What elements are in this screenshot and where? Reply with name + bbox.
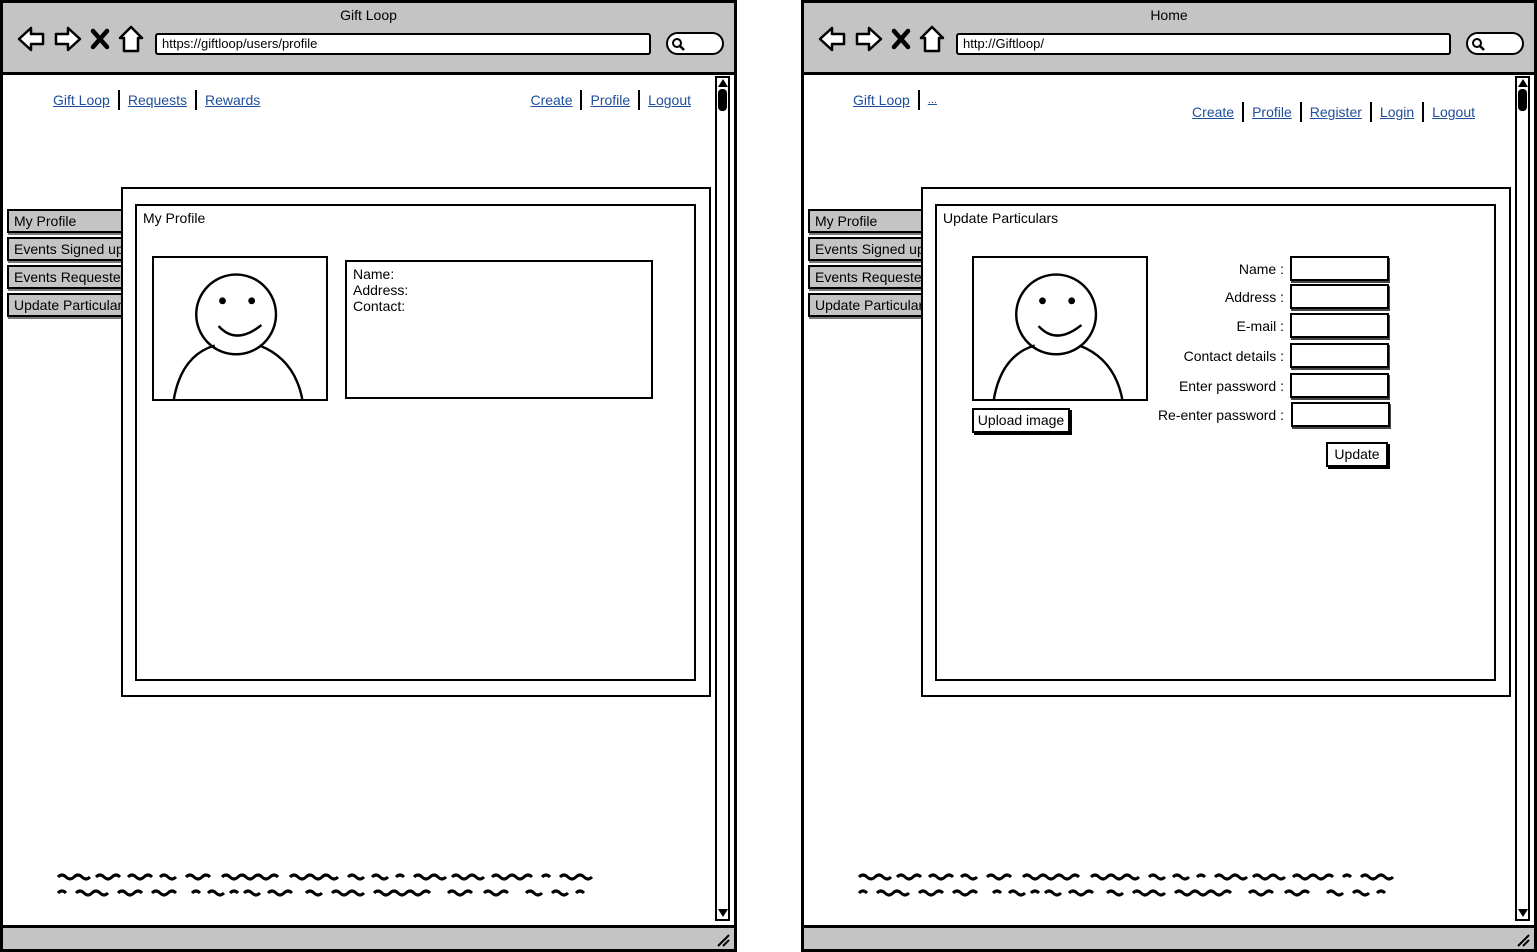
- contact-details-label: Contact details :: [1183, 348, 1284, 364]
- search-icon: [672, 38, 685, 51]
- nav-link-create[interactable]: Create: [1192, 104, 1234, 120]
- vertical-scrollbar[interactable]: [1515, 76, 1530, 921]
- content-panel: Update Particulars Upload image Name : A…: [921, 187, 1511, 697]
- nav-link-login[interactable]: Login: [1380, 104, 1414, 120]
- window-title: Home: [1150, 7, 1188, 23]
- tab-update-particulars[interactable]: Update Particulars: [808, 293, 928, 317]
- home-icon[interactable]: [117, 24, 145, 54]
- tab-my-profile[interactable]: My Profile: [808, 209, 928, 233]
- search-input[interactable]: [1466, 32, 1524, 55]
- nav-divider: [1422, 102, 1425, 122]
- scroll-up-icon[interactable]: [718, 79, 728, 87]
- browser-titlebar: Home http://Giftloop/: [804, 3, 1534, 75]
- nav-link-create[interactable]: Create: [530, 92, 572, 108]
- home-icon[interactable]: [918, 24, 946, 54]
- vertical-scrollbar[interactable]: [715, 76, 730, 921]
- update-particulars-card: Update Particulars Upload image Name : A…: [935, 204, 1496, 681]
- address-label: Address :: [1224, 289, 1284, 305]
- enter-password-field[interactable]: [1290, 373, 1389, 398]
- reenter-password-field[interactable]: [1291, 402, 1390, 427]
- window-title: Gift Loop: [340, 7, 397, 23]
- email-label: E-mail :: [1236, 318, 1284, 334]
- scroll-up-icon[interactable]: [1518, 79, 1528, 87]
- account-nav: Create Profile Register Login Logout: [1192, 102, 1475, 122]
- tab-events-signed-up[interactable]: Events Signed up: [808, 237, 928, 261]
- name-field[interactable]: [1290, 256, 1389, 281]
- url-bar[interactable]: https://giftloop/users/profile: [155, 33, 651, 55]
- panel-title: Update Particulars: [943, 210, 1059, 226]
- browser-window-update: Home http://Giftloop/ Gift Loop ... Crea…: [801, 0, 1537, 952]
- arrow-right-icon[interactable]: [53, 24, 83, 54]
- nav-link-gift-loop[interactable]: Gift Loop: [853, 92, 910, 108]
- scroll-down-icon[interactable]: [718, 909, 728, 917]
- nav-divider: [117, 90, 120, 110]
- scroll-down-icon[interactable]: [1518, 909, 1528, 917]
- nav-link-profile[interactable]: Profile: [1252, 104, 1292, 120]
- arrow-right-icon[interactable]: [854, 24, 884, 54]
- info-name-label: Name:: [353, 266, 395, 282]
- nav-link-logout[interactable]: Logout: [1432, 104, 1475, 120]
- upload-image-button[interactable]: Upload image: [972, 408, 1070, 433]
- profile-card: My Profile Name: Address: Contact:: [135, 204, 696, 681]
- panel-title: My Profile: [143, 210, 206, 226]
- browser-titlebar: Gift Loop https://giftloop/users/profile: [3, 3, 734, 75]
- search-input[interactable]: [666, 32, 724, 55]
- status-bar: [3, 925, 734, 949]
- primary-nav: Gift Loop ...: [853, 90, 937, 110]
- scroll-thumb[interactable]: [1518, 89, 1527, 111]
- nav-divider: [638, 90, 641, 110]
- address-field[interactable]: [1290, 284, 1389, 309]
- nav-divider: [1242, 102, 1245, 122]
- nav-link-requests[interactable]: Requests: [128, 92, 187, 108]
- nav-divider: [194, 90, 197, 110]
- status-bar: [804, 925, 1534, 949]
- arrow-left-icon[interactable]: [16, 24, 46, 54]
- nav-link-register[interactable]: Register: [1310, 104, 1362, 120]
- placeholder-text-scribble: [857, 873, 1395, 897]
- nav-divider: [1299, 102, 1302, 122]
- user-avatar-icon: [152, 256, 328, 401]
- content-panel: My Profile Name: Address: Contact:: [121, 187, 711, 697]
- tab-my-profile[interactable]: My Profile: [7, 209, 127, 233]
- primary-nav: Gift Loop Requests Rewards: [53, 90, 260, 110]
- browser-window-profile: Gift Loop https://giftloop/users/profile…: [0, 0, 737, 952]
- profile-info-box: Name: Address: Contact:: [345, 260, 653, 399]
- nav-divider: [917, 90, 920, 110]
- tab-events-requested[interactable]: Events Requested: [7, 265, 127, 289]
- reenter-password-label: Re-enter password :: [1157, 407, 1284, 423]
- account-nav: Create Profile Logout: [530, 90, 691, 110]
- enter-password-label: Enter password :: [1178, 378, 1284, 394]
- update-button[interactable]: Update: [1326, 442, 1388, 467]
- search-icon: [1472, 38, 1485, 51]
- info-address-label: Address:: [353, 282, 409, 298]
- contact-details-field[interactable]: [1290, 343, 1389, 368]
- placeholder-text-scribble: [56, 873, 594, 897]
- close-icon[interactable]: [890, 24, 912, 54]
- url-bar[interactable]: http://Giftloop/: [956, 33, 1451, 55]
- user-avatar-icon: [972, 256, 1148, 401]
- arrow-left-icon[interactable]: [817, 24, 847, 54]
- close-icon[interactable]: [89, 24, 111, 54]
- tab-events-requested[interactable]: Events Requested: [808, 265, 928, 289]
- nav-link-more[interactable]: ...: [928, 94, 937, 106]
- tab-update-particulars[interactable]: Update Particulars: [7, 293, 127, 317]
- nav-divider: [1369, 102, 1372, 122]
- nav-link-rewards[interactable]: Rewards: [205, 92, 260, 108]
- nav-link-gift-loop[interactable]: Gift Loop: [53, 92, 110, 108]
- resize-grip-icon[interactable]: [716, 933, 730, 947]
- nav-link-profile[interactable]: Profile: [590, 92, 630, 108]
- tab-events-signed-up[interactable]: Events Signed up: [7, 237, 127, 261]
- nav-link-logout[interactable]: Logout: [648, 92, 691, 108]
- nav-divider: [580, 90, 583, 110]
- name-label: Name :: [1238, 261, 1284, 277]
- scroll-thumb[interactable]: [718, 89, 727, 111]
- info-contact-label: Contact:: [353, 298, 406, 314]
- email-field[interactable]: [1290, 313, 1389, 338]
- resize-grip-icon[interactable]: [1516, 933, 1530, 947]
